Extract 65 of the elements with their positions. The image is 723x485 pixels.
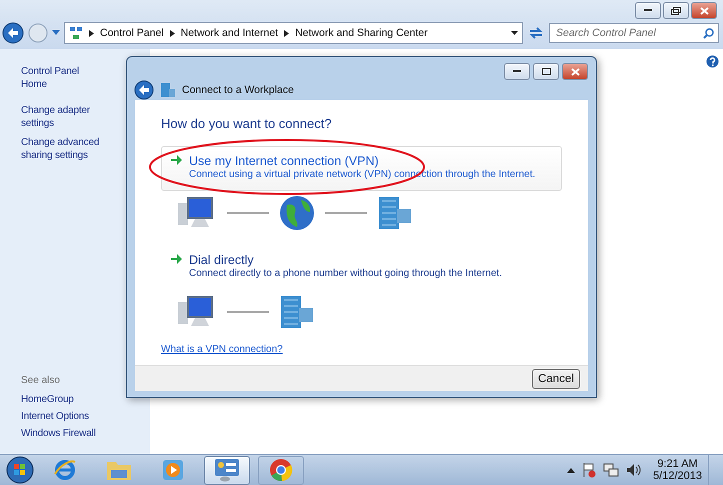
maximize-icon [542, 68, 550, 75]
help-icon[interactable] [706, 55, 719, 68]
restore-icon [671, 6, 681, 14]
option-title: Use my Internet connection (VPN) [189, 154, 380, 168]
connector-line [227, 212, 269, 214]
browser-icon [53, 458, 77, 482]
network-icon [69, 26, 83, 40]
volume-icon [625, 462, 642, 478]
cancel-button[interactable]: Cancel [532, 368, 580, 389]
sidebar-link[interactable]: HomeGroup [21, 393, 104, 406]
address-bar[interactable]: Control Panel Network and Internet Network and Sharing Center [64, 22, 523, 44]
close-icon [700, 6, 708, 14]
building-icon [279, 294, 315, 330]
connector-line [325, 212, 367, 214]
chevron-icon [170, 30, 175, 36]
refresh-icon[interactable] [527, 25, 545, 41]
building-icon [160, 82, 176, 98]
flag-icon [581, 462, 598, 478]
tray-expand-icon[interactable] [567, 468, 576, 472]
option-item[interactable]: Dial directly Connect directly to a phone number without going through the Internet. [161, 245, 562, 290]
clock-date: 5/12/2013 [653, 470, 702, 482]
close-button[interactable] [691, 2, 717, 19]
back-button[interactable] [2, 22, 24, 44]
arrow-icon [170, 154, 182, 166]
breadcrumb[interactable]: Control Panel [100, 27, 164, 39]
see-also-heading: See also [21, 375, 61, 386]
chrome-icon [269, 458, 293, 482]
sidebar-link[interactable]: Control Panel Home [21, 65, 104, 91]
close-button[interactable] [562, 63, 588, 80]
breadcrumb[interactable]: Network and Internet [180, 27, 278, 39]
close-icon [570, 68, 580, 76]
folder-icon [106, 459, 132, 481]
dropdown-icon[interactable] [511, 31, 518, 35]
sidebar-link[interactable]: Internet Options [21, 410, 104, 423]
control-panel-icon [214, 458, 240, 482]
breadcrumb[interactable]: Network and Sharing Center [295, 27, 428, 39]
taskbar-button[interactable] [204, 456, 250, 484]
minimize-button[interactable] [635, 2, 661, 19]
help-link[interactable]: What is a VPN connection? [161, 344, 283, 356]
media-player-icon [162, 459, 184, 481]
restore-button[interactable] [663, 2, 689, 19]
building-icon [377, 195, 413, 232]
dialog-heading: How do you want to connect? [161, 116, 333, 132]
chevron-icon [284, 30, 290, 36]
connector-line [227, 311, 269, 314]
back-button[interactable] [134, 80, 154, 100]
start-button[interactable] [6, 456, 34, 484]
sidebar-link[interactable]: Change advanced sharing settings [21, 136, 104, 162]
taskbar-button[interactable] [258, 456, 304, 484]
minimize-button[interactable] [504, 63, 530, 80]
search-icon [703, 28, 714, 39]
arrow-icon [170, 253, 182, 266]
minimize-icon [513, 70, 521, 73]
globe-icon [279, 195, 315, 232]
maximize-button[interactable] [533, 63, 559, 80]
option-description: Connect directly to a phone number without going through the Internet. [189, 268, 502, 280]
option-title: Dial directly [189, 253, 255, 268]
search-field[interactable]: Search Control Panel [549, 23, 719, 43]
dialog-title: Connect to a Workplace [182, 84, 294, 96]
network-icon [603, 462, 620, 478]
clock-time: 9:21 AM [657, 458, 698, 470]
sidebar-link[interactable]: Windows Firewall [21, 427, 104, 440]
chevron-icon [89, 30, 94, 36]
minimize-icon [644, 9, 652, 12]
sidebar-link[interactable]: Change adapter settings [21, 104, 104, 130]
